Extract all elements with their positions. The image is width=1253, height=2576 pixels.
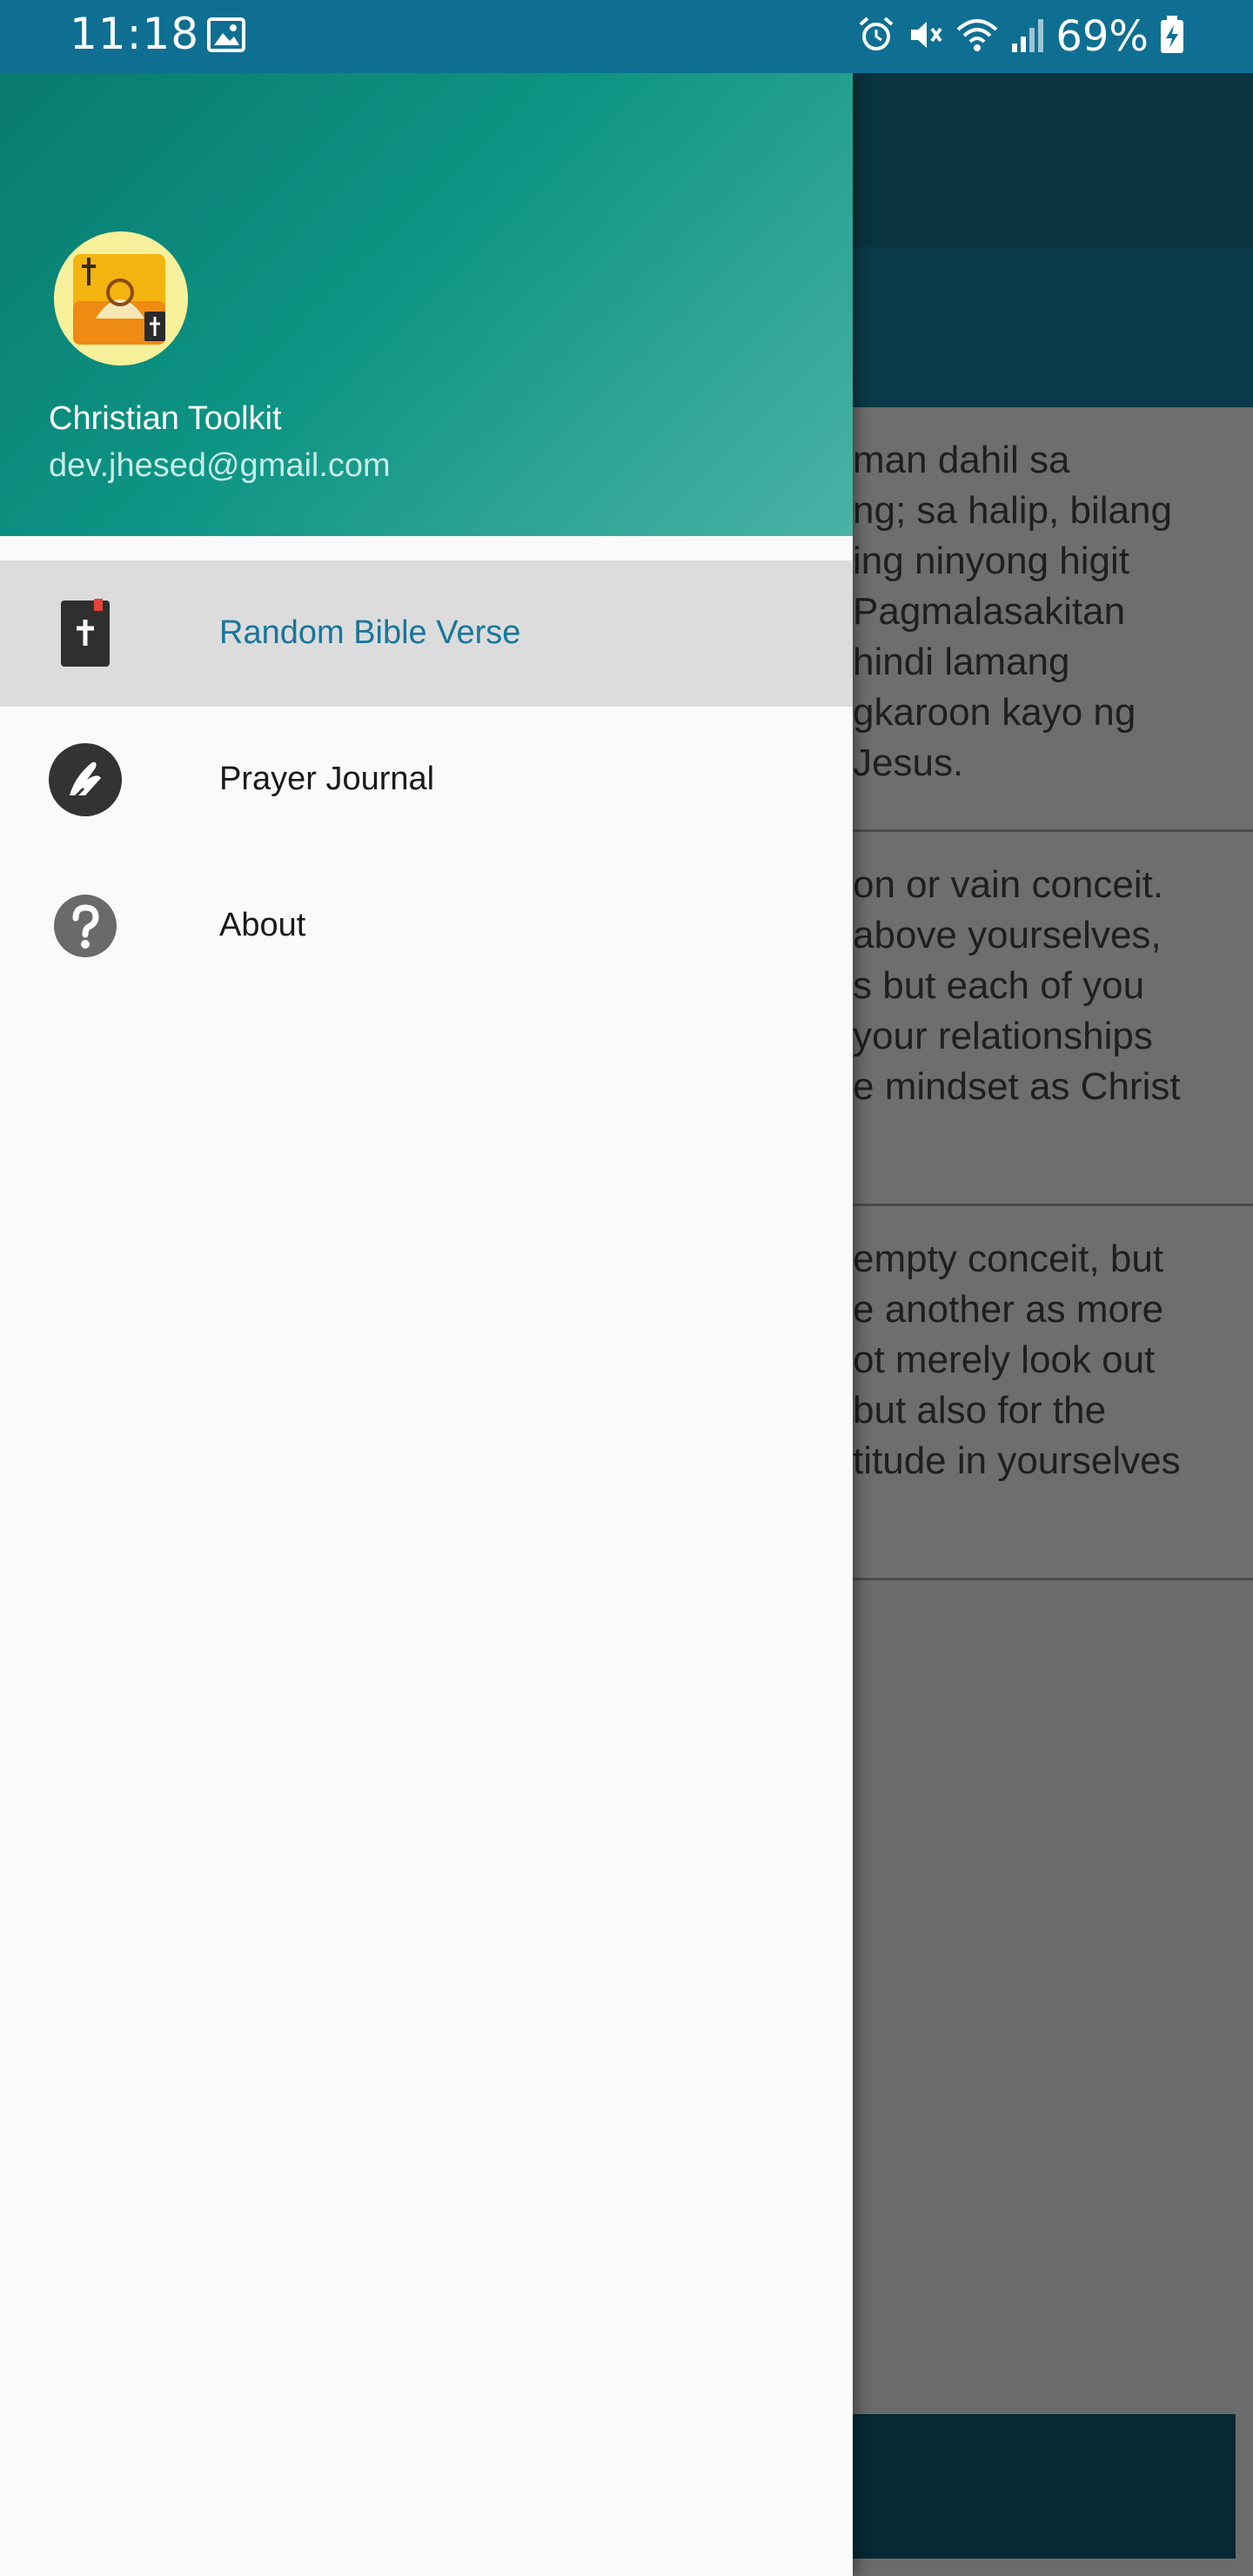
bottom-action-button[interactable]: [835, 2414, 1236, 2559]
menu-item-about[interactable]: About: [0, 853, 853, 999]
status-time: 11:18: [70, 9, 200, 59]
help-icon: [49, 889, 122, 963]
drawer-menu: Random Bible Verse Prayer Journal About: [0, 560, 853, 999]
verse-text: man dahil sa ng; sa halip, bilang ing ni…: [853, 439, 1172, 784]
verse-text: empty conceit, but e another as more ot …: [853, 1238, 1181, 1482]
verse-text: on or vain conceit. above yourselves, s …: [853, 863, 1181, 1108]
battery-level: 69%: [1055, 12, 1149, 61]
status-bar: 11:18 69%: [0, 0, 1253, 73]
praying-hands-icon: [49, 743, 122, 816]
battery-charging-icon: [1159, 15, 1185, 58]
status-icons: 69%: [857, 12, 1185, 61]
menu-item-prayer-journal[interactable]: Prayer Journal: [0, 707, 853, 853]
menu-item-label: About: [219, 907, 306, 943]
bible-icon: [49, 597, 122, 670]
wifi-icon: [955, 16, 1000, 57]
mute-icon: [906, 16, 944, 57]
image-icon: [207, 17, 245, 56]
alarm-icon: [857, 16, 895, 57]
drawer-header: Christian Toolkit dev.jhesed@gmail.com: [0, 73, 853, 536]
drawer-app-name: Christian Toolkit: [49, 400, 282, 437]
app-logo-avatar: [54, 231, 188, 366]
menu-item-random-bible-verse[interactable]: Random Bible Verse: [0, 560, 853, 707]
signal-icon: [1010, 16, 1045, 57]
drawer-email: dev.jhesed@gmail.com: [49, 447, 391, 484]
navigation-drawer: Christian Toolkit dev.jhesed@gmail.com R…: [0, 73, 853, 2576]
menu-item-label: Prayer Journal: [219, 761, 435, 797]
menu-item-label: Random Bible Verse: [219, 614, 521, 651]
